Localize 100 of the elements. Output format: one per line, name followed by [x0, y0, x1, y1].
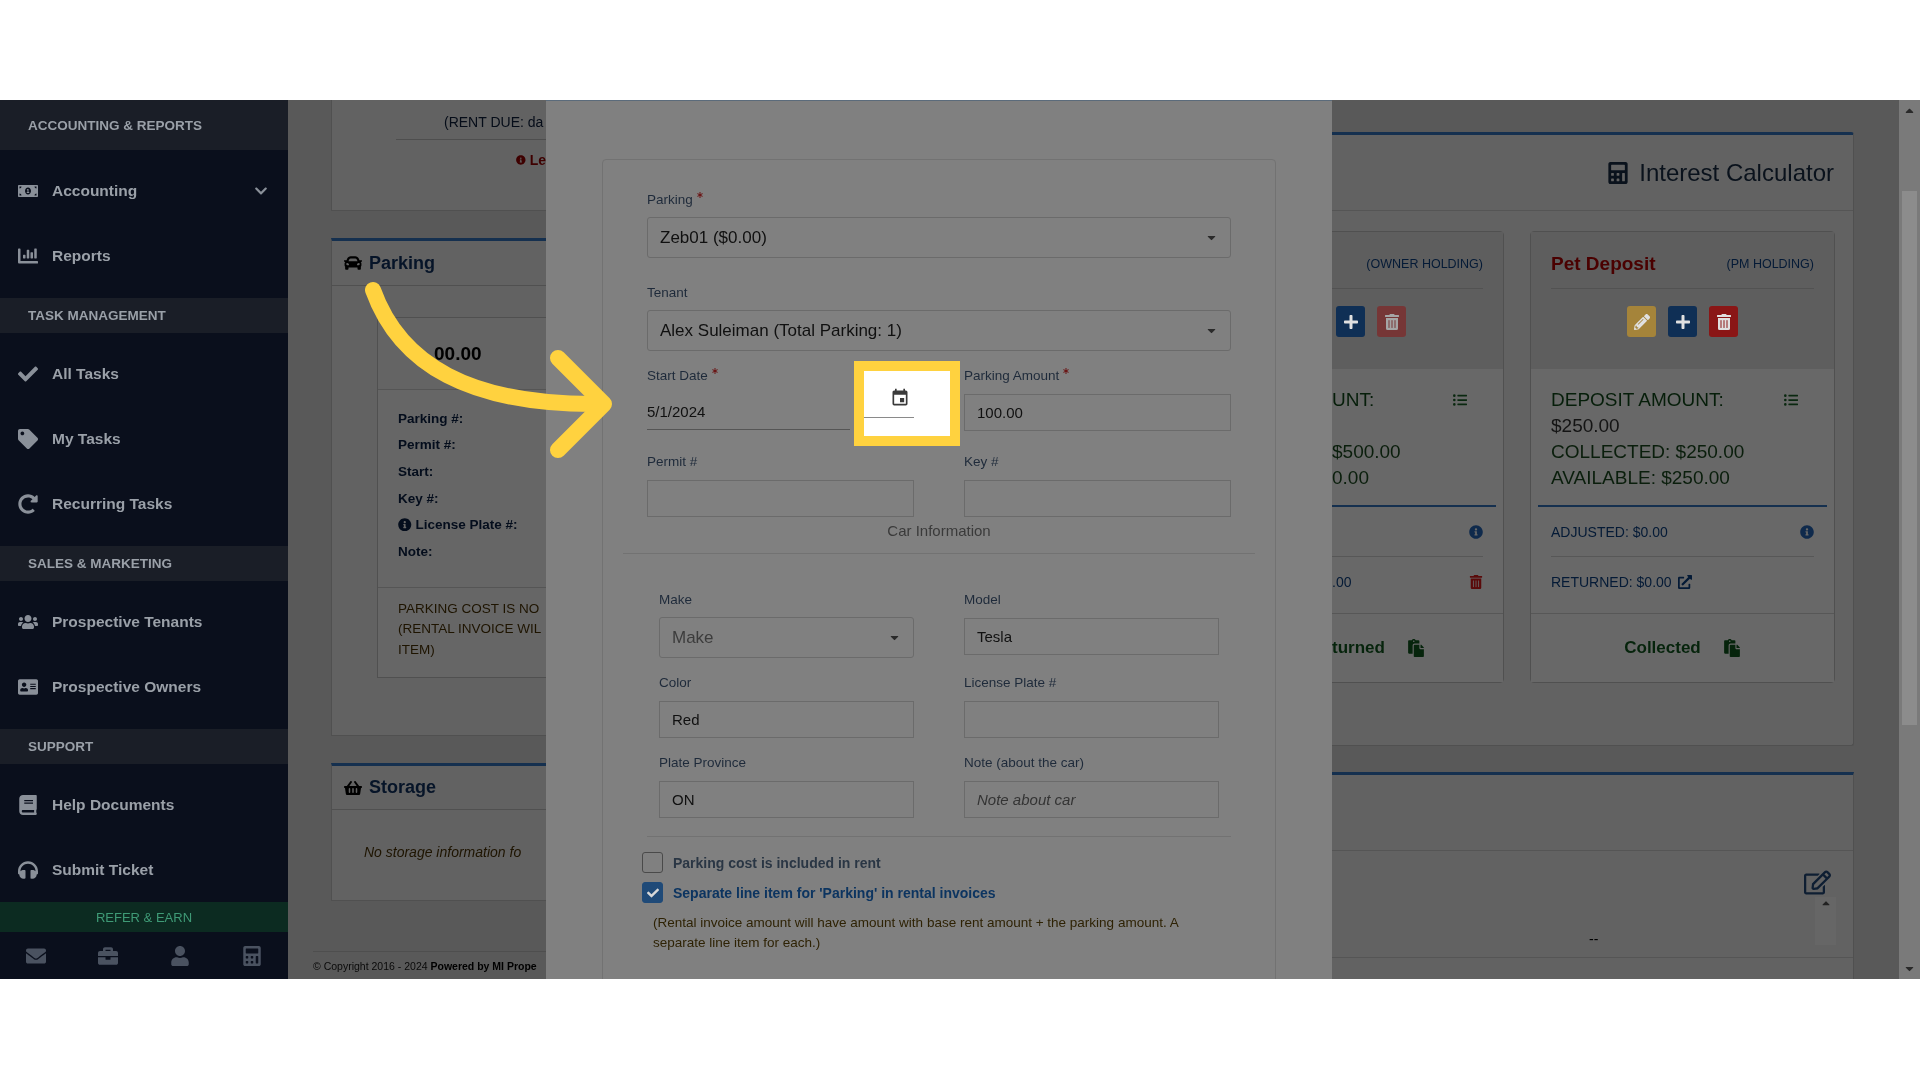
sidebar-item[interactable]: Prospective Owners [0, 654, 288, 719]
empty-message: No storage information fo [364, 843, 522, 863]
info-icon[interactable] [1800, 524, 1814, 539]
plus-icon [1342, 313, 1359, 330]
checkbox[interactable] [642, 882, 663, 903]
amount-value: $250.00 [1551, 414, 1620, 438]
card-title: Interest Calculator [1639, 158, 1834, 187]
list-icon[interactable] [1453, 393, 1467, 407]
list-icon[interactable] [1784, 393, 1798, 407]
calculator-icon [1607, 161, 1630, 184]
input-field[interactable]: Note about car [964, 781, 1219, 818]
field-label: Tenant [647, 284, 688, 301]
clipboard-icon[interactable] [1722, 639, 1741, 657]
sidebar-item[interactable]: Submit Ticket [0, 837, 288, 902]
edit-button[interactable] [1627, 306, 1656, 337]
checkbox-label: Separate line item for 'Parking' in rental invoices [673, 884, 996, 901]
holding-label: (OWNER HOLDING) [1366, 257, 1483, 271]
asterisk-icon [696, 192, 703, 198]
field-label: Start Date [647, 367, 718, 384]
amount-text: 00.00 [434, 342, 482, 365]
rent-due-text: (RENT DUE: da [444, 114, 545, 130]
headset-icon [18, 859, 38, 880]
returned-text: .00 [1332, 574, 1352, 590]
info-icon[interactable] [1469, 524, 1483, 539]
field-label: Key # [964, 453, 999, 470]
refresh-icon [18, 493, 38, 514]
input-field[interactable]: ON [659, 781, 914, 818]
add-button[interactable] [1336, 306, 1365, 337]
external-link-icon[interactable] [1677, 575, 1692, 589]
select-field[interactable]: Zeb01 ($0.00) [647, 217, 1231, 258]
input-field[interactable]: Red [659, 701, 914, 738]
checkbox[interactable] [642, 852, 663, 873]
sidebar-item[interactable]: Recurring Tasks [0, 471, 288, 536]
calendar-icon[interactable] [890, 388, 910, 408]
notice-text: Le [516, 152, 546, 168]
field-label: Permit # [647, 453, 698, 470]
date-field[interactable]: 5/1/2024 [647, 394, 850, 430]
collected-text: COLLECTED: $250.00 [1551, 440, 1745, 464]
field-label: Note (about the car) [964, 754, 1085, 771]
refer-earn-button[interactable]: REFER & EARN [0, 902, 288, 932]
trash-icon [1715, 313, 1732, 330]
section-header: TASK MANAGEMENT [0, 298, 288, 333]
add-button[interactable] [1668, 306, 1697, 337]
status-label: turned [1332, 638, 1385, 658]
field-label: Color [659, 674, 692, 691]
field-label: Plate Province [659, 754, 747, 771]
available-text: 0.00 [1332, 466, 1369, 490]
sidebar-item[interactable]: Help Documents [0, 772, 288, 837]
trash-icon [1383, 313, 1400, 330]
sidebar-item[interactable]: All Tasks [0, 341, 288, 406]
field-label: Parking Amount [964, 367, 1070, 384]
basket-icon [344, 778, 362, 797]
notes-value: -- [1589, 931, 1599, 947]
sidebar-item[interactable]: Reports [0, 223, 288, 288]
status-label: Collected [1624, 638, 1701, 658]
available-text: AVAILABLE: $250.00 [1551, 466, 1730, 490]
card-title: Storage [369, 777, 437, 799]
plus-icon [1674, 313, 1691, 330]
info-note: (Rental invoice amount will have amount with base rent amount + the parking amount. A separate line item for each.) [653, 914, 1180, 952]
field-label: Permit #: [398, 436, 456, 455]
sidebar-item[interactable]: Prospective Tenants [0, 589, 288, 654]
select-field[interactable]: Alex Suleiman (Total Parking: 1) [647, 310, 1231, 351]
field-label: Make [659, 591, 692, 608]
sidebar-item[interactable]: Accounting [0, 158, 288, 223]
car-icon [344, 254, 362, 272]
calculator-icon[interactable] [242, 945, 262, 966]
trash-icon[interactable] [1469, 575, 1483, 589]
book-icon [18, 794, 38, 815]
card-title: Parking [369, 252, 436, 274]
field-label: License Plate #: [398, 511, 518, 538]
field-label: License Plate # [964, 674, 1057, 691]
collected-text: $500.00 [1332, 440, 1401, 464]
clipboard-icon[interactable] [1406, 639, 1425, 657]
input-field[interactable]: 100.00 [964, 394, 1231, 431]
id-card-icon [18, 676, 38, 697]
deposit-title: Pet Deposit [1551, 253, 1656, 275]
sidebar-item[interactable]: My Tasks [0, 406, 288, 471]
amount-label: DEPOSIT AMOUNT: [1551, 388, 1724, 412]
input-field[interactable]: Tesla [964, 618, 1219, 655]
field-label: Note: [398, 542, 433, 561]
returned-text: RETURNED: $0.00 [1551, 574, 1672, 590]
section-header: SALES & MARKETING [0, 546, 288, 581]
field-label: Parking [647, 191, 703, 208]
asterisk-icon [711, 368, 718, 374]
warning-text: (RENTAL INVOICE WIL [398, 620, 542, 639]
user-icon[interactable] [170, 945, 190, 966]
info-icon [516, 153, 526, 167]
edit-icon[interactable] [1804, 869, 1831, 896]
checkbox-label: Parking cost is included in rent [673, 854, 881, 871]
pencil-icon [1633, 313, 1650, 330]
field-label: Model [964, 591, 1001, 608]
section-header: SUPPORT [0, 729, 288, 764]
copyright-text: © Copyright 2016 - 2024 Powered by MI Prope [313, 959, 537, 972]
field-label: Start: [398, 463, 434, 481]
warning-text: PARKING COST IS NO [398, 599, 540, 618]
amount-label: UNT: [1332, 388, 1375, 412]
warning-text: ITEM) [398, 640, 435, 659]
delete-button[interactable] [1709, 306, 1738, 337]
scrollbar[interactable] [1899, 100, 1920, 979]
briefcase-icon[interactable] [98, 945, 118, 966]
